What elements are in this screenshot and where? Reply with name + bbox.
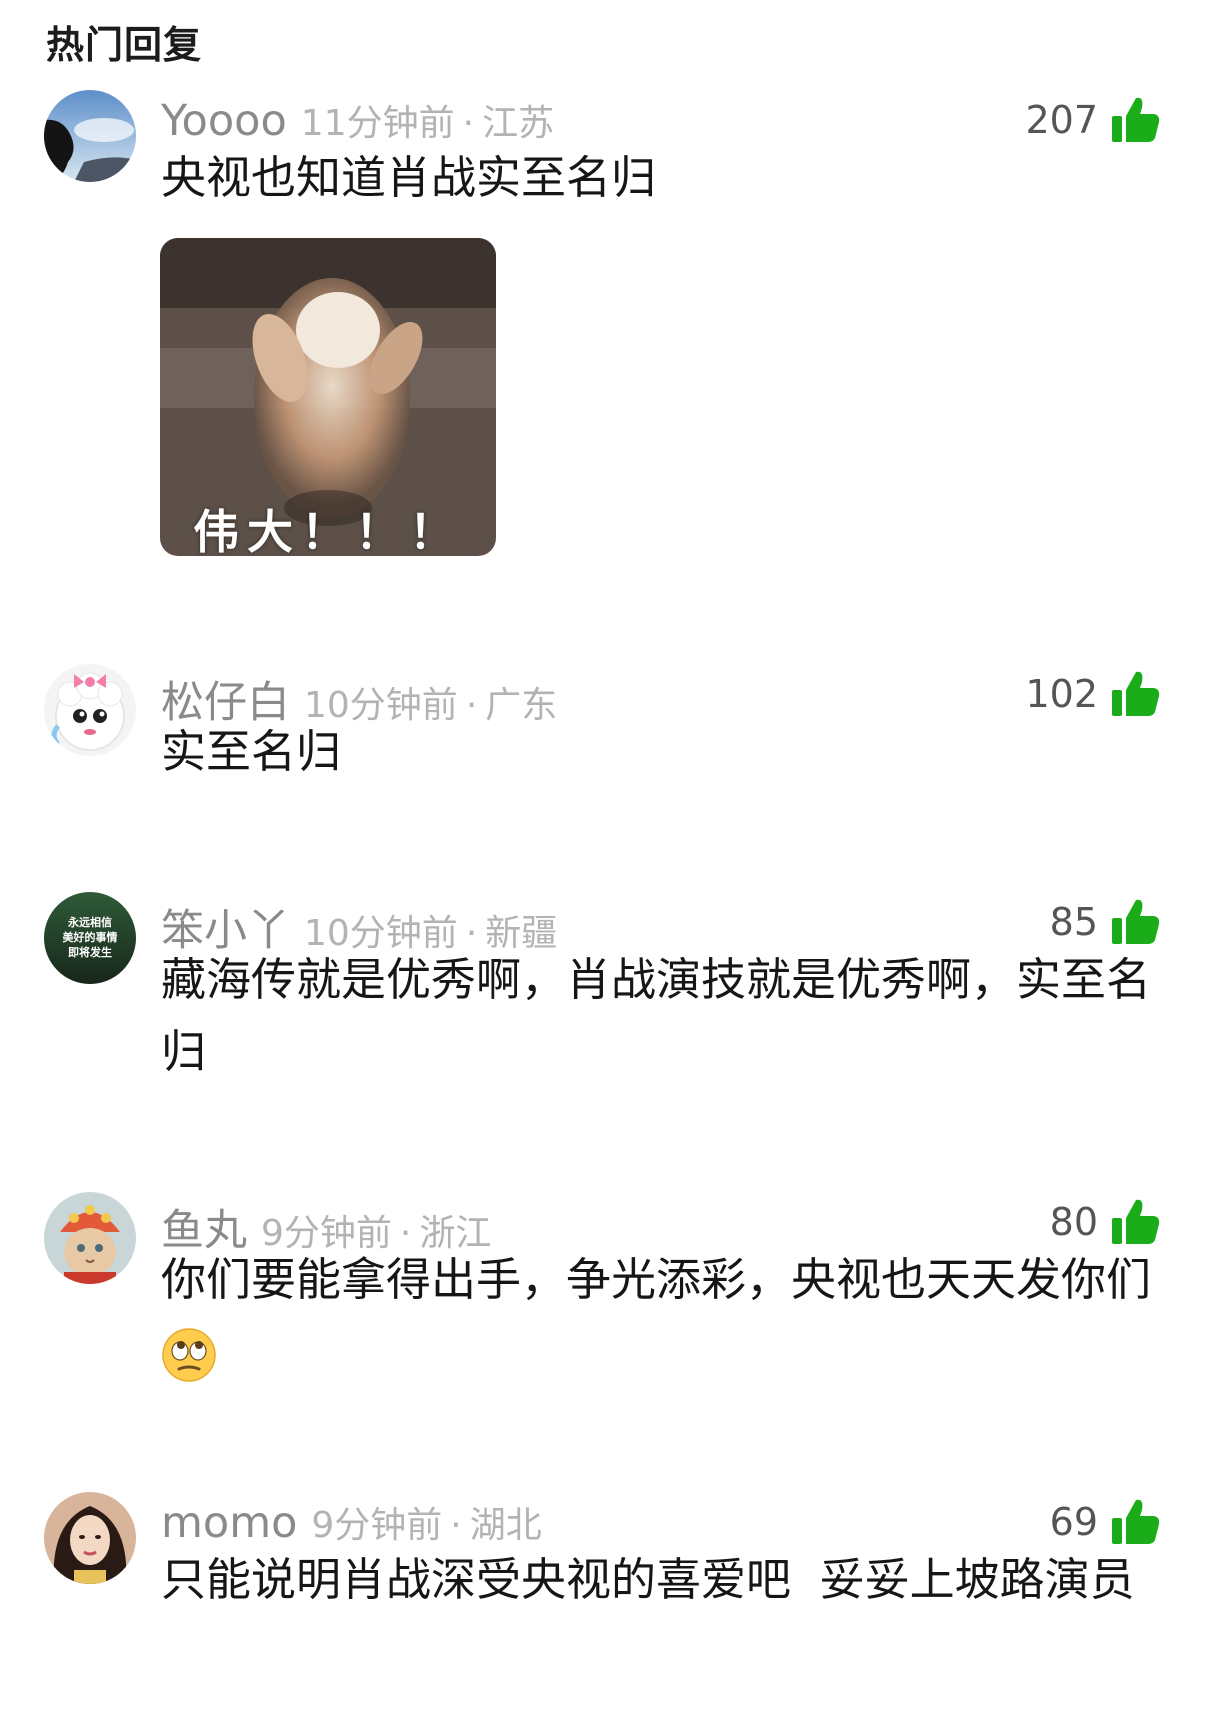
meme-image[interactable]: 伟大！！！ (160, 238, 496, 556)
meme-caption: 伟大！！！ (193, 505, 463, 556)
thumbs-up-icon (1112, 899, 1160, 944)
comment-text: 你们要能拿得出手，争光添彩，央视也天天发你们 (161, 1244, 1163, 1388)
avatar-text-line: 美好的事情 (63, 930, 118, 944)
comment-item: Yoooo 11分钟前 · 江苏 207 央视也知道肖战实至名归 伟大！！！ (0, 90, 1206, 556)
comment-meta: 鱼丸 9分钟前 · 浙江 (161, 1196, 491, 1256)
thumbs-up-icon (1112, 1499, 1160, 1544)
eye-roll-emoji-icon (162, 1328, 216, 1382)
separator-dot: · (450, 1505, 462, 1546)
avatar[interactable]: 永远相信 美好的事情 即将发生 (44, 892, 136, 984)
cat-costume-avatar-icon (44, 1192, 136, 1284)
comment-meta: 松仔白 10分钟前 · 广东 (161, 668, 557, 728)
comment-meta: Yoooo 11分钟前 · 江苏 (161, 94, 554, 146)
timestamp: 9分钟前 (311, 1505, 443, 1546)
comment-text: 藏海传就是优秀啊，肖战演技就是优秀啊，实至名归 (161, 953, 1152, 1078)
portrait-avatar-icon (44, 1492, 136, 1584)
location: 湖北 (469, 1505, 542, 1546)
cartoon-sheep-avatar-icon (44, 664, 136, 756)
avatar-text-line: 永远相信 (67, 915, 112, 929)
thumbs-up-icon (1112, 671, 1160, 716)
location: 江苏 (482, 103, 555, 144)
text-motto-avatar-icon: 永远相信 美好的事情 即将发生 (44, 892, 136, 984)
like-count: 85 (1049, 900, 1098, 944)
like-count: 102 (1025, 672, 1098, 716)
comment-text: 实至名归 (161, 725, 342, 778)
section-title: 热门回复 (46, 23, 203, 67)
comment-meta: 笨小丫 10分钟前 · 新疆 (161, 896, 557, 956)
thumbs-up-icon (1112, 97, 1160, 142)
avatar[interactable] (44, 1492, 136, 1584)
avatar[interactable] (44, 1192, 136, 1284)
comment-item: 鱼丸 9分钟前 · 浙江 80 你们要能拿得出手，争光添彩，央视也天天发你们 (0, 1192, 1206, 1422)
comment-text: 央视也知道肖战实至名归 (161, 151, 657, 204)
silhouette-sky-avatar-icon (44, 90, 136, 182)
avatar-text-line: 即将发生 (68, 945, 112, 959)
comment-meta: momo 9分钟前 · 湖北 (161, 1496, 542, 1548)
username[interactable]: momo (161, 1498, 297, 1548)
like-button[interactable]: 69 (1050, 1492, 1162, 1552)
username[interactable]: Yoooo (161, 96, 287, 146)
comment-text-body: 你们要能拿得出手，争光添彩，央视也天天发你们 (161, 1253, 1152, 1306)
like-button[interactable]: 207 (1025, 90, 1162, 150)
avatar[interactable] (44, 90, 136, 182)
like-button[interactable]: 102 (1025, 664, 1162, 724)
comment-item: momo 9分钟前 · 湖北 69 只能说明肖战深受央视的喜爱吧 妥妥上坡路演员 (0, 1492, 1206, 1722)
like-count: 69 (1049, 1500, 1098, 1544)
timestamp: 11分钟前 (300, 103, 455, 144)
avatar[interactable] (44, 664, 136, 756)
comment-text: 只能说明肖战深受央视的喜爱吧 妥妥上坡路演员 (161, 1553, 1135, 1606)
comment-item: 松仔白 10分钟前 · 广东 102 实至名归 (0, 664, 1206, 824)
like-count: 207 (1025, 98, 1098, 142)
comment-item: 永远相信 美好的事情 即将发生 笨小丫 10分钟前 · 新疆 85 藏海传就是优… (0, 892, 1206, 1122)
like-button[interactable]: 80 (1050, 1192, 1162, 1252)
separator-dot: · (462, 103, 475, 144)
like-count: 80 (1049, 1200, 1098, 1244)
thumbs-up-icon (1112, 1199, 1160, 1244)
like-button[interactable]: 85 (1050, 892, 1162, 952)
